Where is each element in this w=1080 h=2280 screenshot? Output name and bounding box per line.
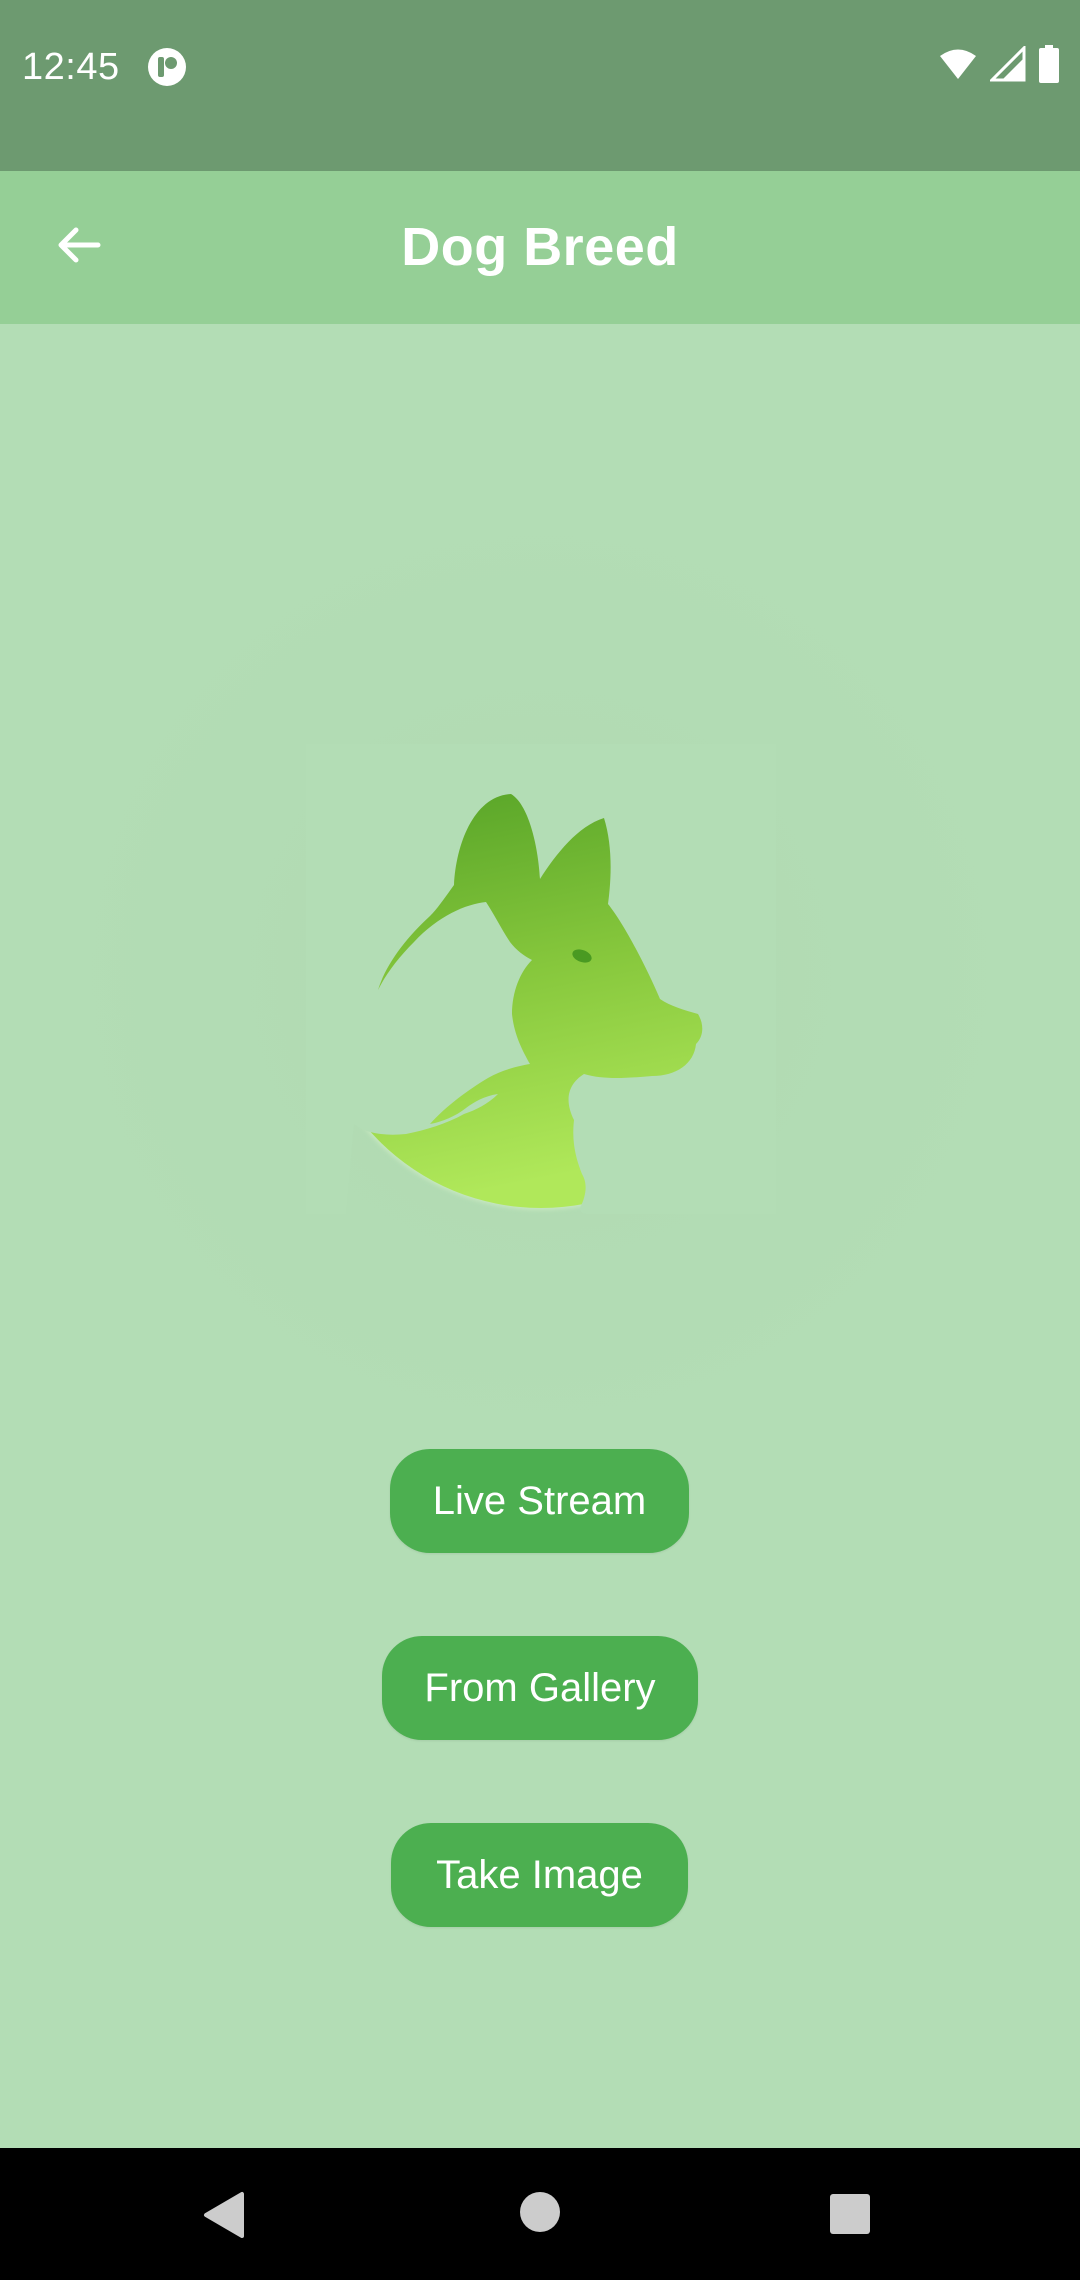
husky-dog-logo — [306, 744, 776, 1214]
app-bar: Dog Breed — [0, 171, 1080, 324]
live-stream-button[interactable]: Live Stream — [390, 1449, 689, 1553]
app-notification-icon — [146, 46, 188, 88]
from-gallery-button[interactable]: From Gallery — [382, 1636, 698, 1740]
status-icons — [938, 43, 1060, 88]
nav-recents-icon[interactable] — [828, 2192, 872, 2236]
system-nav-bar — [0, 2148, 1080, 2280]
main-content: Live Stream From Gallery Take Image — [0, 324, 1080, 2148]
take-image-button[interactable]: Take Image — [391, 1823, 688, 1927]
nav-home-icon[interactable] — [518, 2190, 562, 2234]
status-bar: 12:45 — [0, 0, 1080, 171]
wifi-icon — [938, 47, 978, 86]
page-title: Dog Breed — [401, 217, 679, 277]
status-time: 12:45 — [22, 46, 120, 88]
cell-signal-icon — [988, 43, 1026, 87]
nav-back-icon[interactable] — [200, 2190, 248, 2240]
battery-icon — [1038, 44, 1060, 88]
